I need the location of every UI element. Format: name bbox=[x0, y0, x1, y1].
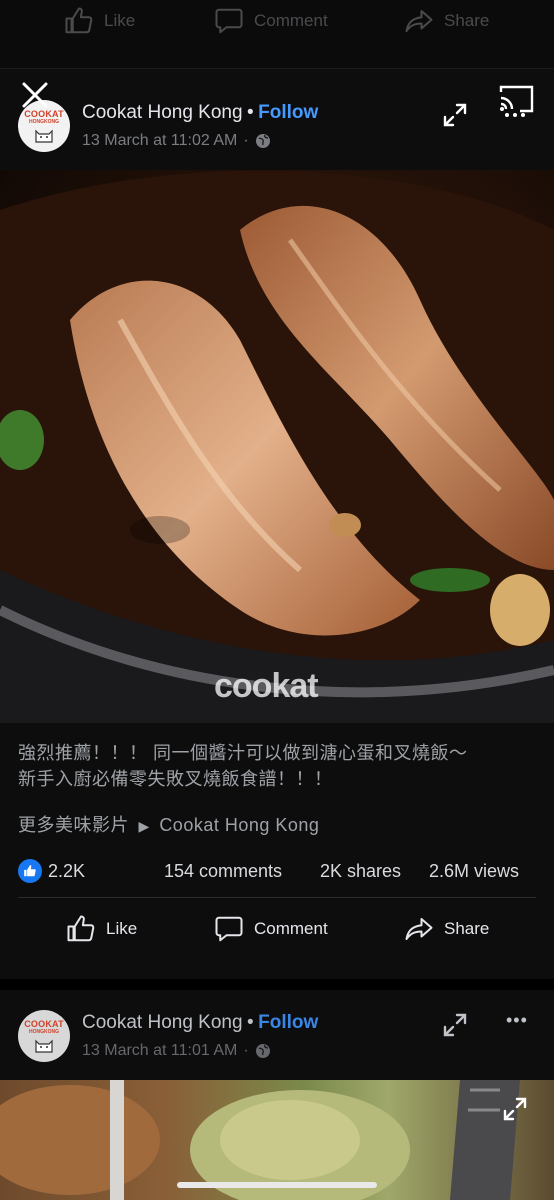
post-meta: 13 March at 11:02 AM · bbox=[82, 132, 271, 150]
meta-separator: · bbox=[243, 1042, 249, 1059]
thumb-up-icon bbox=[65, 7, 93, 34]
cast-icon[interactable] bbox=[498, 82, 536, 123]
comments-count[interactable]: 154 comments bbox=[164, 861, 282, 882]
expand-icon[interactable] bbox=[440, 100, 470, 135]
braised-pork-image bbox=[0, 170, 554, 723]
views-count: 2.6M views bbox=[429, 861, 520, 881]
like-reaction-icon bbox=[18, 859, 42, 883]
top-share-button[interactable]: Share bbox=[404, 6, 489, 36]
play-arrow-icon: ▶ bbox=[138, 818, 150, 834]
follow-button[interactable]: Follow bbox=[258, 102, 318, 123]
share-icon bbox=[405, 10, 433, 32]
comment-button[interactable]: Comment bbox=[214, 914, 328, 944]
comment-label: Comment bbox=[254, 919, 328, 938]
post-meta: 13 March at 11:01 AM · bbox=[82, 1042, 271, 1060]
caption-line-1: 強烈推薦！！！ 同一個醬汁可以做到溏心蛋和叉燒飯～ bbox=[18, 743, 468, 763]
globe-icon bbox=[255, 134, 270, 148]
author-name[interactable]: Cookat Hong Kong bbox=[82, 102, 243, 123]
more-videos-link[interactable]: 更多美味影片 ▶ Cookat Hong Kong bbox=[18, 812, 319, 839]
top-comment-label: Comment bbox=[254, 11, 328, 30]
more-videos-page: Cookat Hong Kong bbox=[159, 815, 320, 835]
reactions-count[interactable]: 2.2K bbox=[18, 859, 85, 883]
cat-mascot-icon bbox=[35, 129, 53, 143]
follow-button[interactable]: Follow bbox=[258, 1012, 318, 1033]
expand-icon[interactable] bbox=[440, 1010, 470, 1045]
comment-icon bbox=[215, 8, 243, 34]
avatar[interactable]: COOKAT HONGKONG bbox=[18, 1010, 70, 1062]
post-video[interactable]: cookat bbox=[0, 170, 554, 723]
more-options-icon[interactable]: ••• bbox=[506, 1010, 528, 1031]
comment-icon bbox=[215, 916, 243, 942]
top-share-label: Share bbox=[444, 11, 490, 30]
share-button[interactable]: Share bbox=[404, 914, 489, 944]
more-videos-label: 更多美味影片 bbox=[18, 815, 129, 835]
globe-icon bbox=[255, 1044, 270, 1058]
top-comment-button[interactable]: Comment bbox=[214, 6, 328, 36]
top-like-button[interactable]: Like bbox=[64, 6, 135, 36]
share-icon bbox=[405, 918, 433, 940]
post-caption: 強烈推薦！！！ 同一個醬汁可以做到溏心蛋和叉燒飯～ 新手入廚必備零失敗叉燒飯食譜… bbox=[18, 740, 548, 792]
shares-count[interactable]: 2K shares bbox=[320, 861, 401, 882]
top-like-label: Like bbox=[104, 11, 136, 30]
cat-mascot-icon bbox=[35, 1039, 53, 1053]
cookat-watermark: cookat bbox=[214, 667, 319, 705]
share-label: Share bbox=[444, 919, 490, 938]
reactions-number: 2.2K bbox=[48, 860, 86, 881]
like-label: Like bbox=[106, 919, 138, 938]
post-timestamp[interactable]: 13 March at 11:02 AM bbox=[82, 132, 237, 150]
header-dot: • bbox=[247, 102, 254, 123]
expand-icon[interactable] bbox=[500, 1094, 530, 1129]
like-button[interactable]: Like bbox=[66, 914, 137, 944]
meta-separator: · bbox=[243, 132, 249, 149]
header-dot: • bbox=[247, 1012, 254, 1033]
post-header-line: Cookat Hong Kong • Follow bbox=[82, 102, 318, 124]
stats-divider bbox=[18, 897, 536, 898]
post-timestamp[interactable]: 13 March at 11:01 AM bbox=[82, 1042, 237, 1060]
avatar-brand-text: COOKAT bbox=[24, 1018, 64, 1029]
home-indicator[interactable] bbox=[177, 1182, 377, 1188]
close-icon[interactable] bbox=[20, 80, 50, 115]
caption-line-2: 新手入廚必備零失敗叉燒飯食譜！！！ bbox=[18, 769, 333, 789]
author-name[interactable]: Cookat Hong Kong bbox=[82, 1012, 243, 1033]
thumb-up-icon bbox=[67, 915, 95, 942]
post-header-line: Cookat Hong Kong • Follow bbox=[82, 1012, 318, 1034]
previous-post-actions: Like Comment Share bbox=[0, 0, 554, 68]
